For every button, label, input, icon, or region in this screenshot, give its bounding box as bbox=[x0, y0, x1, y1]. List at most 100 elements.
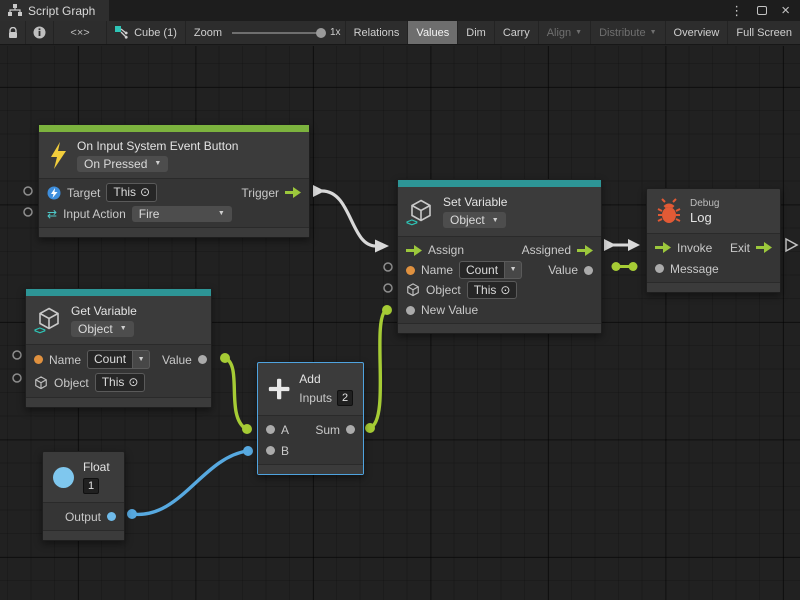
graph-target-icon bbox=[115, 26, 128, 39]
value-out-port[interactable] bbox=[584, 266, 593, 275]
wire-float-addB[interactable] bbox=[132, 451, 247, 514]
flow-out-port[interactable] bbox=[577, 245, 593, 256]
wire-getvalue-addA[interactable] bbox=[225, 358, 246, 429]
toolbar-button-carry[interactable]: Carry bbox=[495, 21, 539, 44]
wire-endpoint[interactable] bbox=[127, 509, 137, 519]
port-hollow[interactable] bbox=[24, 187, 32, 195]
kebab-menu-icon[interactable]: ⋮ bbox=[730, 4, 743, 17]
toolbar-button-relations[interactable]: Relations bbox=[345, 21, 409, 44]
node-float-literal[interactable]: Float 1 Output bbox=[42, 451, 125, 541]
new-value-port[interactable] bbox=[406, 306, 415, 315]
port-hollow[interactable] bbox=[13, 351, 21, 359]
node-get-variable[interactable]: <> Get Variable Object ▼ Name Count ▼ Va… bbox=[25, 288, 212, 408]
toolbar-button-values[interactable]: Values bbox=[408, 21, 458, 44]
inspect-button[interactable] bbox=[26, 21, 54, 44]
graph-canvas[interactable]: On Input System Event Button On Pressed … bbox=[0, 46, 800, 600]
variable-name-dropdown[interactable]: Count ▼ bbox=[459, 261, 522, 279]
node-title: Log bbox=[690, 210, 712, 225]
message-port[interactable] bbox=[655, 264, 664, 273]
flow-arrowhead[interactable] bbox=[628, 239, 640, 251]
wire-endpoint[interactable] bbox=[220, 353, 230, 363]
sum-port[interactable] bbox=[346, 425, 355, 434]
toolbar-button-dim[interactable]: Dim bbox=[458, 21, 495, 44]
zoom-slider[interactable] bbox=[232, 32, 324, 34]
zoom-slider-handle[interactable] bbox=[316, 28, 326, 38]
port-flow-hollow[interactable] bbox=[786, 239, 797, 251]
toolbar-button-distribute[interactable]: Distribute▼ bbox=[591, 21, 665, 44]
flow-out-arrowhead[interactable] bbox=[313, 185, 325, 197]
variable-kind-dropdown[interactable]: Object ▼ bbox=[443, 212, 506, 228]
flow-in-arrowhead[interactable] bbox=[375, 240, 389, 253]
port-hollow[interactable] bbox=[24, 208, 32, 216]
lock-button[interactable] bbox=[0, 21, 26, 44]
code-preview-button[interactable]: <×> bbox=[54, 21, 107, 44]
toolbar-button-fullscreen[interactable]: Full Screen bbox=[728, 21, 800, 44]
b-port[interactable] bbox=[266, 446, 275, 455]
flow-arrowhead[interactable] bbox=[604, 239, 616, 251]
input-action-asset-icon bbox=[47, 186, 61, 200]
variable-cube-icon: <> bbox=[408, 199, 434, 225]
flow-out-port[interactable] bbox=[285, 187, 301, 198]
chevron-down-icon[interactable]: ▼ bbox=[133, 350, 150, 368]
chevron-down-icon: ▼ bbox=[492, 217, 499, 224]
node-on-input-system-event-button[interactable]: On Input System Event Button On Pressed … bbox=[38, 124, 310, 238]
tab-title: Script Graph bbox=[28, 4, 95, 18]
object-picker-icon[interactable]: ⊙ bbox=[140, 185, 150, 199]
chevron-down-icon[interactable]: ▼ bbox=[505, 261, 522, 279]
variable-name-dropdown[interactable]: Count ▼ bbox=[87, 350, 150, 368]
value-out-port[interactable] bbox=[198, 355, 207, 364]
wire-endpoint[interactable] bbox=[382, 305, 392, 315]
a-port[interactable] bbox=[266, 425, 275, 434]
node-set-variable[interactable]: <> Set Variable Object ▼ Assign Assigned bbox=[397, 179, 602, 334]
output-port[interactable] bbox=[107, 512, 116, 521]
wire-endpoint[interactable] bbox=[612, 262, 621, 271]
inputs-count-field[interactable]: 2 bbox=[337, 390, 353, 406]
port-row-object: Object This ⊙ bbox=[398, 280, 601, 300]
name-port[interactable] bbox=[34, 355, 43, 364]
object-field[interactable]: This ⊙ bbox=[95, 373, 146, 391]
flow-in-port[interactable] bbox=[655, 242, 671, 253]
toolbar-button-overview[interactable]: Overview bbox=[666, 21, 729, 44]
node-footer bbox=[647, 282, 780, 292]
wire-endpoint[interactable] bbox=[243, 446, 253, 456]
float-value-field[interactable]: 1 bbox=[83, 478, 99, 494]
toolbar-button-align[interactable]: Align▼ bbox=[539, 21, 591, 44]
node-footer bbox=[39, 227, 309, 237]
float-type-icon bbox=[53, 467, 74, 488]
port-hollow[interactable] bbox=[384, 263, 392, 271]
node-debug-log[interactable]: Debug Log Invoke Exit Message bbox=[646, 188, 781, 293]
wire-trigger-assign[interactable] bbox=[322, 191, 376, 246]
node-add[interactable]: Add Inputs 2 A Sum B bbox=[257, 362, 364, 475]
wire-endpoint[interactable] bbox=[629, 262, 638, 271]
node-category: Debug bbox=[690, 198, 719, 209]
graph-target[interactable]: Cube (1) bbox=[107, 21, 186, 44]
input-action-dropdown[interactable]: Fire ▼ bbox=[132, 206, 232, 222]
zoom-value: 1x bbox=[330, 27, 341, 38]
object-picker-icon[interactable]: ⊙ bbox=[128, 375, 138, 389]
lock-icon bbox=[8, 27, 18, 39]
swap-arrows-icon: ⇄ bbox=[47, 208, 57, 220]
wire-sum-newvalue[interactable] bbox=[370, 310, 386, 428]
wire-endpoint[interactable] bbox=[242, 424, 252, 434]
node-title: Set Variable bbox=[443, 195, 507, 209]
variable-colorbar bbox=[26, 289, 211, 296]
flow-in-port[interactable] bbox=[406, 245, 422, 256]
event-state-dropdown[interactable]: On Pressed ▼ bbox=[77, 156, 168, 172]
flow-out-port[interactable] bbox=[756, 242, 772, 253]
port-hollow[interactable] bbox=[384, 284, 392, 292]
tab-script-graph[interactable]: Script Graph bbox=[0, 0, 109, 21]
port-row-message: Message bbox=[647, 258, 780, 279]
graph-icon bbox=[8, 4, 22, 17]
wire-endpoint[interactable] bbox=[365, 423, 375, 433]
object-field[interactable]: This ⊙ bbox=[467, 281, 518, 299]
name-port[interactable] bbox=[406, 266, 415, 275]
code-icon: <×> bbox=[70, 27, 89, 39]
variable-kind-dropdown[interactable]: Object ▼ bbox=[71, 321, 134, 337]
port-hollow[interactable] bbox=[13, 374, 21, 382]
port-row-target: Target This ⊙ Trigger bbox=[39, 182, 309, 203]
node-footer bbox=[258, 464, 363, 474]
target-object-field[interactable]: This ⊙ bbox=[106, 183, 157, 201]
object-picker-icon[interactable]: ⊙ bbox=[500, 283, 510, 297]
maximize-icon[interactable] bbox=[757, 6, 767, 15]
close-icon[interactable]: × bbox=[781, 3, 790, 18]
